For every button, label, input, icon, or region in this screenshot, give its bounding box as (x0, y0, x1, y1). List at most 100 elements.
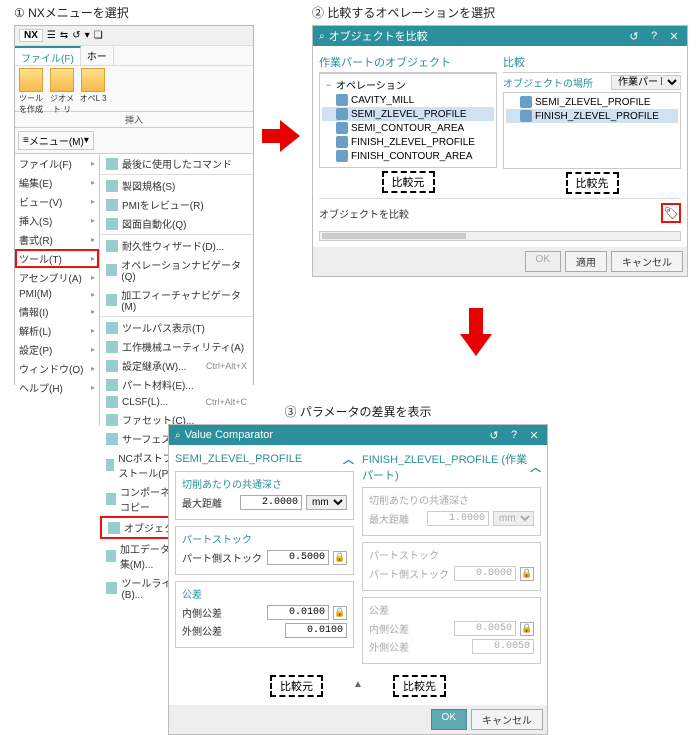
apply-button[interactable]: 適用 (565, 251, 607, 272)
ribbon-geometry[interactable]: ジオメト リ (48, 68, 76, 109)
help-icon[interactable]: ? (647, 30, 661, 43)
ribbon-op[interactable]: オペL 3 (79, 68, 107, 109)
tree-operation-node[interactable]: SEMI_CONTOUR_AREA (322, 121, 494, 135)
nx-submenu-item[interactable]: パート材料(E)... (100, 375, 253, 394)
input-max-distance-left[interactable] (240, 495, 302, 510)
group-cut-depth: 切削あたりの共通深さ (182, 476, 347, 491)
input-inner-tol-left[interactable] (267, 605, 329, 620)
label-part-side-stock: パート側ストック (182, 550, 263, 565)
tab-home[interactable]: ホー (81, 46, 114, 65)
tree-operation-node[interactable]: SEMI_ZLEVEL_PROFILE (322, 107, 494, 121)
tree-operation-node[interactable]: FINISH_CONTOUR_AREA (322, 149, 494, 163)
nx-submenu-item[interactable]: PMIをレビュー(R) (100, 195, 253, 214)
caption-step1: ① NXメニューを選択 (14, 4, 254, 21)
tree-source[interactable]: −オペレーションCAVITY_MILLSEMI_ZLEVEL_PROFILESE… (319, 73, 497, 168)
toolbar-icon[interactable]: ⇆ (60, 30, 68, 41)
nx-menu-item[interactable]: ビュー(V)▸ (15, 192, 99, 211)
menu-icon (106, 180, 118, 192)
group-part-stock: パートストック (369, 547, 534, 562)
lock-icon: 🔒 (520, 567, 534, 581)
nx-menu-item[interactable]: 情報(I)▸ (15, 302, 99, 321)
nx-menu-item[interactable]: 編集(E)▸ (15, 173, 99, 192)
nx-menu-item[interactable]: 設定(P)▸ (15, 340, 99, 359)
nx-submenu-item[interactable]: 製図規格(S) (100, 176, 253, 195)
menu-icon (106, 240, 118, 252)
ok-button[interactable]: OK (525, 251, 561, 272)
input-outer-tol-left[interactable] (285, 623, 347, 638)
badge-target: 比較先 (566, 172, 619, 194)
menu-icon (106, 396, 118, 408)
nx-submenu-item[interactable]: 耐久性ウィザード(D)... (100, 236, 253, 255)
dialog-scrollbar[interactable] (319, 231, 681, 241)
nx-menu-item[interactable]: 書式(R)▸ (15, 230, 99, 249)
vc-left-name: SEMI_ZLEVEL_PROFILE (175, 453, 302, 465)
help-icon[interactable]: ? (507, 429, 521, 442)
nx-submenu-item[interactable]: オペレーションナビゲータ(Q) (100, 255, 253, 285)
reset-icon[interactable]: ↺ (487, 429, 501, 442)
nx-menu-item[interactable]: ファイル(F)▸ (15, 154, 99, 173)
compare-execute-button[interactable]: 🏷 (661, 203, 681, 223)
cancel-button[interactable]: キャンセル (471, 709, 543, 730)
nx-submenu-item[interactable]: ツールパス表示(T) (100, 318, 253, 337)
ok-button[interactable]: OK (431, 709, 467, 730)
menu-icon (106, 414, 118, 426)
group-tolerance: 公差 (182, 586, 347, 601)
nx-submenu-item[interactable]: 最後に使用したコマンド (100, 154, 253, 173)
label-object-location: オブジェクトの場所 (503, 75, 593, 90)
nx-menu-item[interactable]: ウィンドウ(O)▸ (15, 359, 99, 378)
value-comparator-dialog: ⌕ Value Comparator ↺ ? ✕ SEMI_ZLEVEL_PRO… (168, 424, 548, 735)
lock-icon[interactable]: 🔒 (333, 606, 347, 620)
lock-icon[interactable]: 🔒 (333, 551, 347, 565)
menu-icon (106, 550, 116, 562)
nx-menu-item[interactable]: アセンブリ(A)▸ (15, 268, 99, 287)
nx-menu-item[interactable]: ヘルプ(H)▸ (15, 378, 99, 397)
tree-operation-node[interactable]: CAVITY_MILL (322, 93, 494, 107)
toolbar-icon[interactable]: ☰ (47, 30, 56, 41)
label-inner-tol: 内側公差 (369, 621, 450, 636)
nx-menu-item[interactable]: 解析(L)▸ (15, 321, 99, 340)
menu-icon (106, 493, 116, 505)
select-unit-left[interactable]: mm (306, 495, 347, 510)
close-icon[interactable]: ✕ (667, 30, 681, 43)
menu-icon (106, 341, 118, 353)
operation-icon (336, 94, 348, 106)
toolbar-icon[interactable]: ▾ (85, 30, 90, 41)
collapse-icon[interactable]: ︿ (530, 459, 541, 475)
tab-file[interactable]: ファイル(F) (15, 46, 81, 65)
tree-operation-node[interactable]: FINISH_ZLEVEL_PROFILE (506, 109, 678, 123)
nx-menu-item[interactable]: 挿入(S)▸ (15, 211, 99, 230)
ribbon-create-tool[interactable]: ツールを作成 (17, 68, 45, 109)
nx-submenu-item[interactable]: 設定継承(W)...Ctrl+Alt+X (100, 356, 253, 375)
nx-submenu-item[interactable]: 図面自動化(Q) (100, 214, 253, 233)
menu-icon (106, 459, 114, 471)
nx-submenu-item[interactable]: 加工フィーチャナビゲータ(M) (100, 285, 253, 315)
label-max-distance: 最大距離 (182, 495, 236, 510)
select-object-location[interactable]: 作業パート (611, 75, 681, 90)
group-part-stock: パートストック (182, 531, 347, 546)
tree-target[interactable]: SEMI_ZLEVEL_PROFILEFINISH_ZLEVEL_PROFILE (503, 92, 681, 169)
nx-menu-item[interactable]: ツール(T)▸ (15, 249, 99, 268)
input-max-distance-right (427, 511, 489, 526)
label-outer-tol: 外側公差 (182, 623, 281, 638)
tree-group[interactable]: −オペレーション (322, 76, 494, 93)
reset-icon[interactable]: ↺ (627, 30, 641, 43)
menu-button[interactable]: ≡ メニュー(M) ▾ (18, 131, 94, 150)
toolbar-icon[interactable]: ↺ (72, 30, 80, 41)
menu-icon (106, 199, 118, 211)
compare-objects-dialog: ⌕ オブジェクトを比較 ↺ ? ✕ 作業パートのオブジェクト −オペレーションC… (312, 25, 688, 277)
nx-submenu-item[interactable]: 工作機械ユーティリティ(A) (100, 337, 253, 356)
collapse-up-icon[interactable]: ▲ (353, 679, 363, 690)
cancel-button[interactable]: キャンセル (611, 251, 683, 272)
tree-operation-node[interactable]: FINISH_ZLEVEL_PROFILE (322, 135, 494, 149)
nx-logo: NX (19, 29, 43, 42)
collapse-icon[interactable]: ︿ (343, 451, 354, 467)
close-icon[interactable]: ✕ (527, 429, 541, 442)
input-part-stock-left[interactable] (267, 550, 329, 565)
label-inner-tol: 内側公差 (182, 605, 263, 620)
tree-operation-node[interactable]: SEMI_ZLEVEL_PROFILE (506, 95, 678, 109)
search-icon: ⌕ (319, 31, 325, 42)
menu-icon (106, 322, 118, 334)
toolbar-icon[interactable]: ❏ (94, 30, 103, 41)
nx-menu-item[interactable]: PMI(M)▸ (15, 287, 99, 302)
heading-work-objects: 作業パートのオブジェクト (319, 52, 497, 73)
